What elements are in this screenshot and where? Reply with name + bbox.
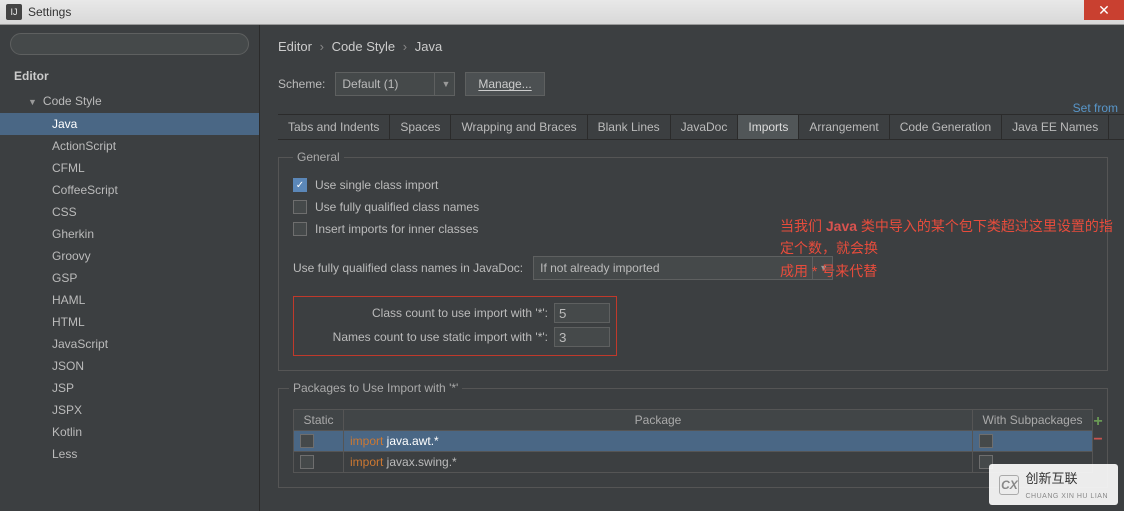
scheme-combo[interactable]: Default (1) ▼ [335,72,455,96]
watermark-logo: CX [999,475,1019,495]
table-row[interactable]: import javax.swing.* [294,452,1093,473]
add-row-button[interactable]: + [1089,413,1107,431]
annotation: 当我们 Java 类中导入的某个包下类超过这里设置的指定个数，就会换 成用 * … [780,215,1124,282]
tab-javadoc[interactable]: JavaDoc [671,115,739,139]
tree-leaf-haml[interactable]: HAML [0,289,259,311]
chevron-right-icon: › [320,39,324,54]
use-single-checkbox[interactable] [293,178,307,192]
settings-tree: Editor Code Style JavaActionScriptCFMLCo… [0,63,259,511]
tree-leaf-coffeescript[interactable]: CoffeeScript [0,179,259,201]
scheme-label: Scheme: [278,77,325,91]
tab-java-ee-names[interactable]: Java EE Names [1002,115,1109,139]
names-count-input[interactable] [554,327,610,347]
tab-imports[interactable]: Imports [738,115,799,139]
col-static: Static [294,410,344,431]
main-panel: Editor › Code Style › Java Scheme: Defau… [260,25,1124,511]
crumb[interactable]: Code Style [332,39,396,54]
tree-leaf-java[interactable]: Java [0,113,259,135]
static-checkbox[interactable] [300,434,314,448]
insert-inner-label: Insert imports for inner classes [315,222,478,236]
packages-group: Packages to Use Import with '*' Static P… [278,381,1108,488]
highlight-box: Class count to use import with '*': Name… [293,296,617,356]
use-single-label: Use single class import [315,178,438,192]
remove-row-button[interactable]: − [1089,431,1107,449]
fq-javadoc-label: Use fully qualified class names in JavaD… [293,261,523,275]
row-buttons: + − [1089,413,1107,449]
crumb[interactable]: Editor [278,39,312,54]
use-fq-label: Use fully qualified class names [315,200,479,214]
tree-root[interactable]: Editor [0,63,259,89]
breadcrumb: Editor › Code Style › Java [278,39,1124,54]
names-count-label: Names count to use static import with '*… [300,330,548,344]
app-icon: IJ [6,4,22,20]
tabs: Tabs and IndentsSpacesWrapping and Brace… [278,114,1124,140]
packages-legend: Packages to Use Import with '*' [289,381,462,395]
set-from-link[interactable]: Set from [1073,101,1124,115]
col-subpackages: With Subpackages [973,410,1093,431]
insert-inner-checkbox[interactable] [293,222,307,236]
window-title: Settings [28,5,71,19]
class-count-label: Class count to use import with '*': [300,306,548,320]
chevron-right-icon: › [403,39,407,54]
tree-leaf-jsp[interactable]: JSP [0,377,259,399]
watermark-sub: CHUANG XIN HU LIAN [1025,493,1108,500]
tree-leaf-groovy[interactable]: Groovy [0,245,259,267]
sidebar: ⌕ Editor Code Style JavaActionScriptCFML… [0,25,260,511]
tree-leaf-actionscript[interactable]: ActionScript [0,135,259,157]
tab-code-generation[interactable]: Code Generation [890,115,1002,139]
scheme-value: Default (1) [342,77,398,91]
tree-leaf-jspx[interactable]: JSPX [0,399,259,421]
tree-leaf-javascript[interactable]: JavaScript [0,333,259,355]
col-package: Package [344,410,973,431]
class-count-input[interactable] [554,303,610,323]
static-checkbox[interactable] [300,455,314,469]
tree-leaf-json[interactable]: JSON [0,355,259,377]
packages-table: Static Package With Subpackages import j… [293,409,1093,473]
subpackages-checkbox[interactable] [979,434,993,448]
search-input[interactable] [10,33,249,55]
tab-tabs-and-indents[interactable]: Tabs and Indents [278,115,390,139]
tree-leaf-html[interactable]: HTML [0,311,259,333]
fq-javadoc-value: If not already imported [540,261,659,275]
watermark: CX 创新互联 CHUANG XIN HU LIAN [989,464,1118,505]
titlebar: IJ Settings ✕ [0,0,1124,25]
tab-arrangement[interactable]: Arrangement [799,115,889,139]
crumb[interactable]: Java [415,39,442,54]
chevron-down-icon: ▼ [434,73,450,95]
tree-leaf-gherkin[interactable]: Gherkin [0,223,259,245]
watermark-brand: 创新互联 [1025,471,1077,486]
general-legend: General [293,150,344,164]
manage-button[interactable]: Manage... [465,72,544,96]
tab-blank-lines[interactable]: Blank Lines [588,115,671,139]
tab-spaces[interactable]: Spaces [390,115,451,139]
tree-leaf-less[interactable]: Less [0,443,259,465]
use-fq-checkbox[interactable] [293,200,307,214]
close-button[interactable]: ✕ [1084,0,1124,20]
tree-leaf-kotlin[interactable]: Kotlin [0,421,259,443]
table-row[interactable]: import java.awt.* [294,431,1093,452]
tree-leaf-css[interactable]: CSS [0,201,259,223]
tree-group-code-style[interactable]: Code Style [0,89,259,113]
tab-wrapping-and-braces[interactable]: Wrapping and Braces [451,115,587,139]
tree-leaf-cfml[interactable]: CFML [0,157,259,179]
tree-leaf-gsp[interactable]: GSP [0,267,259,289]
